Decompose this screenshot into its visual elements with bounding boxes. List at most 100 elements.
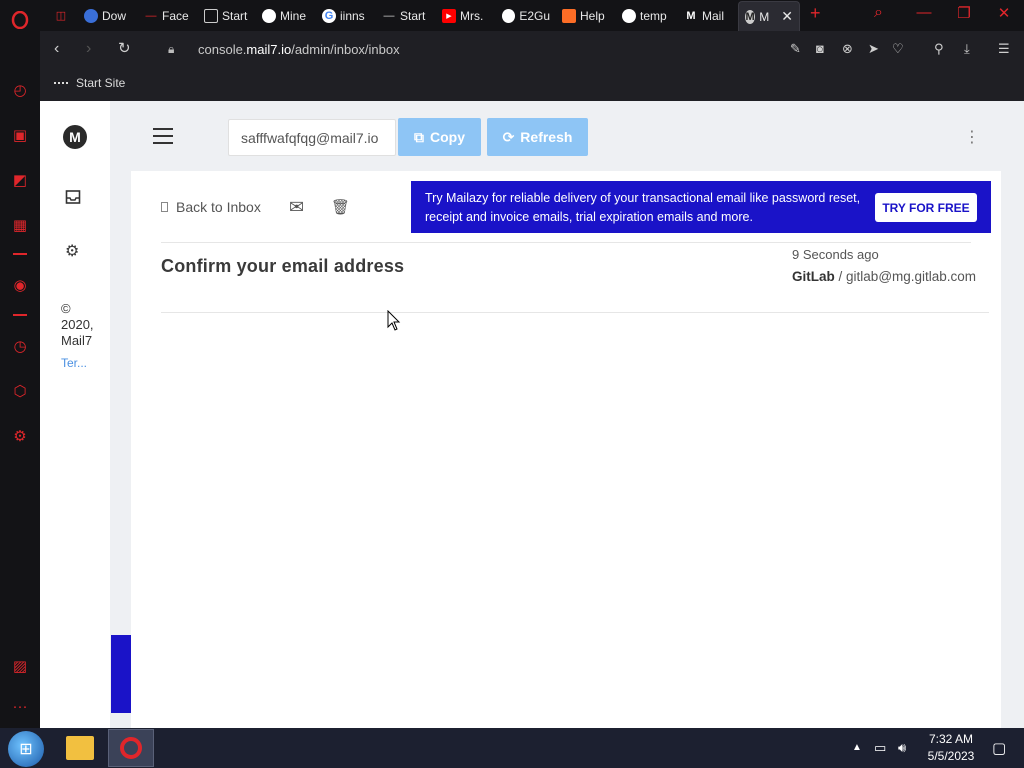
speed-dial-icon[interactable]: ◴: [10, 80, 30, 100]
mouse-cursor-icon: [387, 310, 401, 331]
close-tab-icon[interactable]: ✕: [781, 8, 793, 25]
camera-icon[interactable]: ◙: [816, 41, 824, 56]
inbox-icon[interactable]: [65, 189, 81, 210]
copyright: © 2020, Mail7: [61, 301, 94, 349]
received-time: 9 Seconds ago: [792, 247, 879, 262]
tab-label: Mine: [280, 8, 307, 23]
bookmark-label: Start Site: [76, 76, 126, 90]
page-icon: [204, 8, 218, 23]
profile-icon[interactable]: ⚲: [934, 41, 944, 57]
tab[interactable]: Help: [562, 3, 608, 28]
mail7-logo[interactable]: M: [63, 125, 87, 149]
more-dots-icon[interactable]: ···: [10, 696, 30, 716]
tab-label: Dow: [102, 8, 127, 23]
tab-label: Mrs.: [460, 8, 484, 23]
message-card: Back to Inbox ✉ 🗑︎ Try Mailazy for relia…: [131, 171, 1001, 728]
twitch-icon[interactable]: ◩: [10, 170, 30, 190]
opera-taskbar-icon[interactable]: [108, 729, 154, 767]
tab[interactable]: ▶ Mrs.: [442, 3, 488, 28]
terms-link[interactable]: Ter...: [61, 356, 87, 370]
side-banner-edge: [111, 635, 131, 713]
url-field[interactable]: console.mail7.io/admin/inbox/inbox: [198, 42, 400, 57]
more-options-icon[interactable]: ⋮: [964, 127, 980, 147]
tab[interactable]: E2Gu: [502, 3, 550, 28]
file-explorer-icon[interactable]: [66, 736, 94, 760]
briefcase-icon[interactable]: ▣: [10, 125, 30, 145]
volume-icon[interactable]: 🔊︎: [898, 740, 906, 756]
close-window-icon[interactable]: ✕: [994, 4, 1014, 22]
bookmark-icon: [54, 82, 68, 84]
tab[interactable]: Mine: [262, 3, 310, 28]
dash-icon: —: [383, 9, 395, 22]
refresh-button[interactable]: ⟳ Refresh: [487, 118, 588, 156]
new-tab-icon[interactable]: +: [810, 3, 821, 24]
edit-icon[interactable]: ✎: [790, 41, 801, 57]
url-prefix: console.: [198, 42, 247, 57]
menu-toggle-icon[interactable]: [153, 128, 173, 144]
copy-button[interactable]: ⧉ Copy: [398, 118, 481, 156]
tab-search-icon[interactable]: ⌕: [874, 4, 883, 22]
copy-label: Copy: [430, 129, 465, 145]
send-icon[interactable]: ➤: [868, 41, 879, 57]
back-to-inbox-link[interactable]: Back to Inbox: [161, 199, 261, 215]
notifications-icon[interactable]: ▢: [992, 739, 1006, 757]
tab-active[interactable]: M M ✕: [738, 1, 800, 31]
dash-icon: —: [145, 9, 157, 22]
back-label: Back to Inbox: [176, 199, 261, 215]
bookmark-start-site[interactable]: Start Site: [54, 76, 125, 90]
tab[interactable]: — Face: [144, 3, 192, 28]
tab-label: Help: [580, 8, 605, 23]
tab-label: iinns: [340, 8, 365, 23]
tray-expand-icon[interactable]: ▲: [852, 742, 862, 753]
tab-label: temp: [640, 8, 667, 23]
tab-label: M: [759, 9, 770, 24]
easy-setup-icon[interactable]: ☰: [998, 41, 1010, 57]
restore-icon[interactable]: ❐: [954, 4, 974, 22]
mail-icon[interactable]: ✉: [289, 197, 304, 218]
download-icon[interactable]: ⤓: [964, 41, 970, 57]
globe-icon: [262, 8, 276, 23]
tab-bar: ◫ Dow — Face Start Mine G iinns — Start …: [40, 0, 1024, 31]
trash-icon[interactable]: 🗑︎: [331, 198, 350, 216]
network-icon[interactable]: ▭: [874, 740, 886, 756]
reload-icon[interactable]: ↻: [118, 39, 131, 57]
mail7-icon: M: [745, 9, 756, 24]
taskbar: ⊞ ▲ ▭ 🔊︎ 7:32 AM 5/5/2023 ▢: [0, 728, 1024, 768]
opera-logo-icon[interactable]: [10, 10, 30, 30]
tab-label: Start: [400, 8, 426, 23]
google-icon: G: [322, 8, 336, 23]
tab[interactable]: M Mail: [684, 3, 730, 28]
back-icon: [161, 202, 168, 212]
minimize-icon[interactable]: —: [914, 4, 934, 21]
forward-icon[interactable]: ›: [86, 40, 91, 58]
windows-start-icon[interactable]: ⊞: [8, 731, 44, 767]
gallery-icon[interactable]: ▨: [10, 656, 30, 676]
settings-icon[interactable]: ⚙: [65, 241, 79, 261]
tab[interactable]: temp: [622, 3, 670, 28]
sidebar-divider: [13, 314, 27, 316]
heart-icon[interactable]: ♡: [892, 41, 904, 57]
tab[interactable]: Dow: [84, 3, 130, 28]
back-icon[interactable]: ‹: [54, 40, 59, 58]
settings-gear-icon[interactable]: ⚙: [10, 426, 30, 446]
adblock-icon[interactable]: ⊗: [842, 41, 853, 57]
bookmarks-bar: Start Site: [40, 69, 1024, 101]
globe-icon: [622, 8, 636, 23]
player-icon[interactable]: ◉: [10, 275, 30, 295]
copyright-line: ©: [61, 301, 71, 316]
youtube-icon: ▶: [442, 8, 456, 23]
chip-icon[interactable]: ▦: [10, 215, 30, 235]
history-icon[interactable]: ◷: [10, 336, 30, 356]
clock[interactable]: 7:32 AM 5/5/2023: [924, 731, 978, 765]
tab[interactable]: — Start: [382, 3, 428, 28]
copyright-line: Mail7: [61, 333, 93, 348]
tab[interactable]: ◫: [54, 3, 76, 28]
try-for-free-button[interactable]: TRY FOR FREE: [875, 193, 977, 222]
refresh-label: Refresh: [520, 129, 573, 145]
opera-sidebar: ◴ ▣ ◩ ▦ ◉ ◷ ⬡ ⚙ ▨ ···: [0, 0, 40, 728]
copy-icon: ⧉: [414, 128, 424, 145]
cube-icon[interactable]: ⬡: [10, 381, 30, 401]
email-address-field[interactable]: safffwafqfqg@mail7.io: [228, 119, 396, 156]
tab[interactable]: G iinns: [322, 3, 368, 28]
tab[interactable]: Start: [204, 3, 248, 28]
